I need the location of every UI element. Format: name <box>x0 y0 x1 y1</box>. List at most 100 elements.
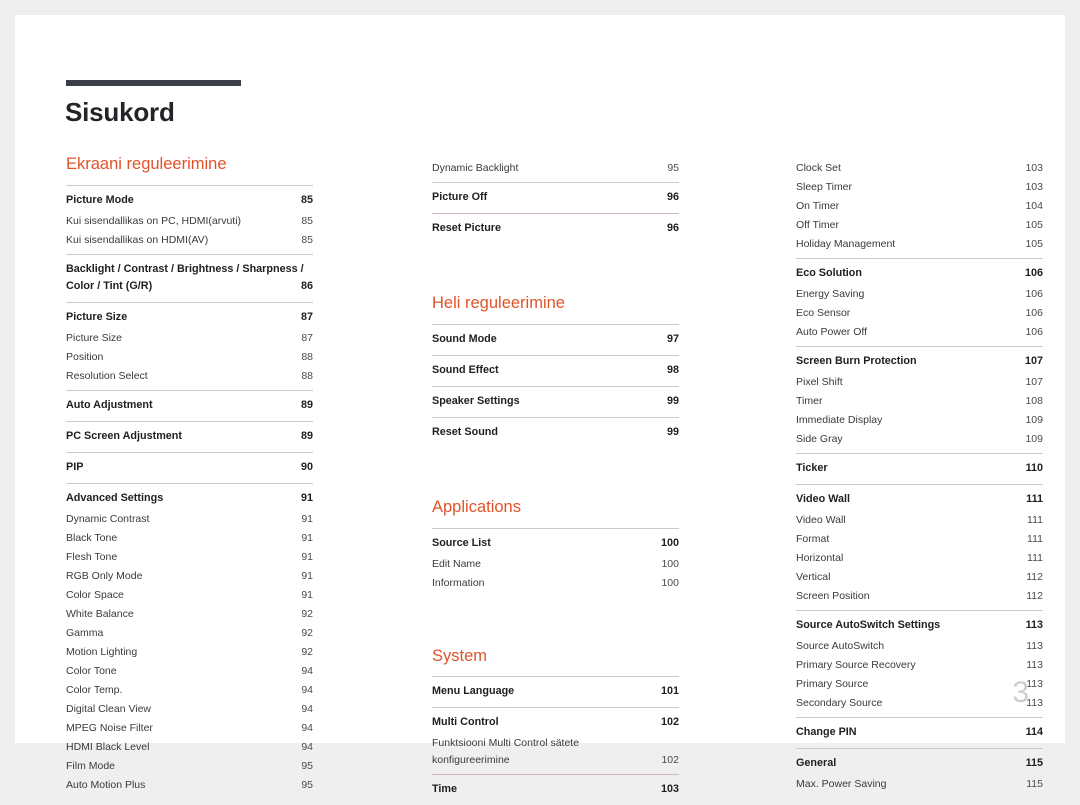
toc-entry-ticker[interactable]: Ticker 110 <box>796 458 1043 480</box>
toc-entry-dynamic-contrast[interactable]: Dynamic Contrast 91 <box>66 510 313 529</box>
toc-entry-page: 98 <box>666 363 679 376</box>
toc-entry-reset-picture[interactable]: Reset Picture 96 <box>432 218 679 240</box>
toc-entry-gamma[interactable]: Gamma 92 <box>66 624 313 643</box>
toc-entry-page: 105 <box>1025 238 1043 250</box>
toc-entry-pixel-shift[interactable]: Pixel Shift 107 <box>796 373 1043 392</box>
toc-entry-change-pin[interactable]: Change PIN 114 <box>796 722 1043 744</box>
toc-entry-white-balance[interactable]: White Balance 92 <box>66 605 313 624</box>
toc-entry-color-tone[interactable]: Color Tone 94 <box>66 662 313 681</box>
toc-entry-black-tone[interactable]: Black Tone 91 <box>66 529 313 548</box>
toc-entry-primary-source[interactable]: Primary Source 113 <box>796 675 1043 694</box>
toc-entry-auto-adjustment[interactable]: Auto Adjustment 89 <box>66 395 313 417</box>
toc-entry-mpeg-noise-filter[interactable]: MPEG Noise Filter 94 <box>66 719 313 738</box>
toc-entry-digital-clean-view[interactable]: Digital Clean View 94 <box>66 700 313 719</box>
toc-entry-advanced-settings[interactable]: Advanced Settings 91 <box>66 488 313 510</box>
toc-group: Time 103 <box>432 774 679 805</box>
toc-entry-hdmi-black-level[interactable]: HDMI Black Level 94 <box>66 738 313 757</box>
toc-entry-auto-motion-plus[interactable]: Auto Motion Plus 95 <box>66 776 313 795</box>
toc-entry-sleep-timer[interactable]: Sleep Timer 103 <box>796 178 1043 197</box>
toc-entry-label: Auto Power Off <box>796 326 868 338</box>
toc-entry-dynamic-backlight[interactable]: Dynamic Backlight 95 <box>432 159 679 178</box>
toc-entry-eco-sensor[interactable]: Eco Sensor 106 <box>796 304 1043 323</box>
toc-entry-auto-power-off[interactable]: Auto Power Off 106 <box>796 323 1043 342</box>
toc-entry-eco-solution[interactable]: Eco Solution 106 <box>796 263 1043 285</box>
toc-entry-video-wall[interactable]: Video Wall 111 <box>796 489 1043 511</box>
toc-entry-speaker-settings[interactable]: Speaker Settings 99 <box>432 391 679 413</box>
toc-entry-label: Picture Mode <box>66 193 134 206</box>
toc-entry-resolution-select[interactable]: Resolution Select 88 <box>66 367 313 386</box>
toc-entry-label: Max. Power Saving <box>796 778 887 790</box>
toc-entry-color-space[interactable]: Color Space 91 <box>66 586 313 605</box>
toc-entry-motion-lighting[interactable]: Motion Lighting 92 <box>66 643 313 662</box>
toc-entry-sound-mode[interactable]: Sound Mode 97 <box>432 329 679 351</box>
toc-entry-page: 105 <box>1025 219 1043 231</box>
toc-entry-off-timer[interactable]: Off Timer 105 <box>796 216 1043 235</box>
toc-entry-label: Screen Burn Protection <box>796 355 917 367</box>
toc-entry-backlight-contrast-brightness-sharpness[interactable]: Backlight / Contrast / Brightness / Shar… <box>66 259 313 298</box>
toc-entry-edit-name[interactable]: Edit Name 100 <box>432 555 679 574</box>
toc-entry-picture-size[interactable]: Picture Size 87 <box>66 307 313 329</box>
toc-entry-position[interactable]: Position 88 <box>66 348 313 367</box>
toc-entry-timer[interactable]: Timer 108 <box>796 392 1043 411</box>
toc-entry-color-temp[interactable]: Color Temp. 94 <box>66 681 313 700</box>
toc-entry-pip[interactable]: PIP 90 <box>66 457 313 479</box>
toc-entry-page: 110 <box>1025 462 1043 474</box>
toc-entry-rgb-only-mode[interactable]: RGB Only Mode 91 <box>66 567 313 586</box>
toc-entry-energy-saving[interactable]: Energy Saving 106 <box>796 285 1043 304</box>
toc-entry-page: 92 <box>301 607 313 620</box>
toc-entry-format[interactable]: Format 111 <box>796 530 1043 549</box>
toc-entry-label: Reset Picture <box>432 222 502 234</box>
toc-entry-on-timer[interactable]: On Timer 104 <box>796 197 1043 216</box>
toc-entry-secondary-source[interactable]: Secondary Source 113 <box>796 694 1043 713</box>
toc-entry-clock-set[interactable]: Clock Set 103 <box>796 159 1043 178</box>
toc-entry-reset-sound[interactable]: Reset Sound 99 <box>432 422 679 444</box>
toc-entry-screen-burn-protection[interactable]: Screen Burn Protection 107 <box>796 351 1043 373</box>
toc-group: Picture Off 96 <box>432 182 679 213</box>
toc-entry-screen-position[interactable]: Screen Position 112 <box>796 587 1043 606</box>
toc-entry-page: 106 <box>1025 326 1043 338</box>
toc-entry-kui-sisendallikas-on-pc-hdmi-arvuti[interactable]: Kui sisendallikas on PC, HDMI(arvuti) 85 <box>66 212 313 231</box>
toc-entry-holiday-management[interactable]: Holiday Management 105 <box>796 235 1043 254</box>
toc-entry-information[interactable]: Information 100 <box>432 574 679 593</box>
toc-entry-picture-size[interactable]: Picture Size 87 <box>66 329 313 348</box>
toc-entry-time[interactable]: Time 103 <box>432 779 679 801</box>
toc-entry-page: 88 <box>301 369 313 382</box>
toc-entry-source-autoswitch[interactable]: Source AutoSwitch 113 <box>796 637 1043 656</box>
toc-entry-side-gray[interactable]: Side Gray 109 <box>796 430 1043 449</box>
toc-entry-page: 108 <box>1025 395 1043 407</box>
toc-entry-general[interactable]: General 115 <box>796 753 1043 775</box>
toc-entry-primary-source-recovery[interactable]: Primary Source Recovery 113 <box>796 656 1043 675</box>
toc-entry-label: Screen Position <box>796 590 870 602</box>
toc-entry-menu-language[interactable]: Menu Language 101 <box>432 681 679 703</box>
toc-entry-immediate-display[interactable]: Immediate Display 109 <box>796 411 1043 430</box>
toc-entry-horizontal[interactable]: Horizontal 111 <box>796 549 1043 568</box>
toc-group: Menu Language 101 <box>432 676 679 707</box>
toc-entry-picture-off[interactable]: Picture Off 96 <box>432 187 679 209</box>
toc-group: Backlight / Contrast / Brightness / Shar… <box>66 253 313 302</box>
toc-entry-vertical[interactable]: Vertical 112 <box>796 568 1043 587</box>
toc-entry-video-wall[interactable]: Video Wall 111 <box>796 511 1043 530</box>
toc-entry-flesh-tone[interactable]: Flesh Tone 91 <box>66 548 313 567</box>
toc-entry-label: Immediate Display <box>796 414 883 426</box>
toc-entry-label: Reset Sound <box>432 425 498 438</box>
toc-entry-page: 94 <box>301 702 313 715</box>
toc-entry-page: 89 <box>300 398 313 411</box>
toc-entry-source-autoswitch-settings[interactable]: Source AutoSwitch Settings 113 <box>796 615 1043 637</box>
toc-entry-funktsiooni-multi-control-s-tete[interactable]: Funktsiooni Multi Control sätete konfigur… <box>432 734 679 770</box>
toc-entry-page: 113 <box>1026 659 1043 671</box>
toc-entry-label: Timer <box>796 395 823 407</box>
toc-entry-film-mode[interactable]: Film Mode 95 <box>66 757 313 776</box>
toc-entry-source-list[interactable]: Source List 100 <box>432 533 679 555</box>
toc-entry-page: 85 <box>301 233 313 246</box>
toc-entry-label: Energy Saving <box>796 288 865 300</box>
toc-entry-kui-sisendallikas-on-hdmi-av[interactable]: Kui sisendallikas on HDMI(AV) 85 <box>66 231 313 250</box>
toc-entry-page: 106 <box>1025 307 1043 319</box>
toc-entry-pc-screen-adjustment[interactable]: PC Screen Adjustment 89 <box>66 426 313 448</box>
toc-entry-picture-mode[interactable]: Picture Mode 85 <box>66 190 313 212</box>
toc-entry-max-power-saving[interactable]: Max. Power Saving 115 <box>796 775 1043 794</box>
toc-group: PIP 90 <box>66 451 313 483</box>
toc-entry-multi-control[interactable]: Multi Control 102 <box>432 712 679 734</box>
toc-entry-sound-effect[interactable]: Sound Effect 98 <box>432 360 679 382</box>
toc-entry-page: 91 <box>301 550 313 563</box>
toc-entry-page: 99 <box>666 425 679 438</box>
